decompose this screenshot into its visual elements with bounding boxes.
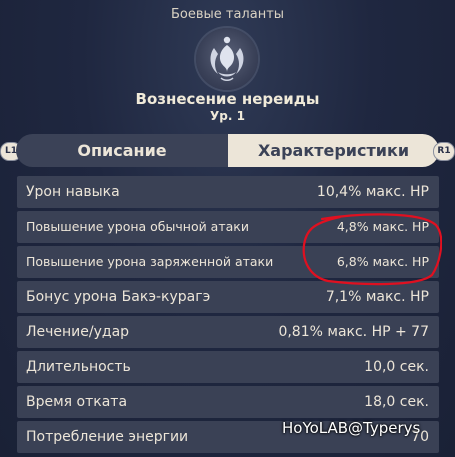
attribute-label: Длительность bbox=[26, 359, 131, 375]
talent-name: Вознесение нереиды bbox=[135, 90, 320, 108]
attribute-value: 10,4% макс. HP bbox=[316, 184, 429, 200]
attribute-label: Потребление энергии bbox=[26, 429, 189, 445]
attribute-row: Время отката 18,0 сек. bbox=[17, 386, 439, 418]
attribute-label: Лечение/удар bbox=[26, 324, 130, 340]
attribute-row: Лечение/удар 0,81% макс. HP + 77 bbox=[17, 316, 439, 348]
attribute-value: 6,8% макс. HP bbox=[336, 254, 429, 269]
attribute-value: 7,1% макс. HP bbox=[325, 289, 429, 305]
tab-attributes[interactable]: Характеристики bbox=[228, 134, 439, 167]
attribute-label: Бонус урона Бакэ-курагэ bbox=[26, 289, 211, 305]
tab-description[interactable]: Описание bbox=[16, 134, 228, 167]
attribute-label: Время отката bbox=[26, 394, 128, 410]
talent-header: Боевые таланты Вознесение нереиды Ур. 1 bbox=[0, 0, 455, 128]
watermark: HoYoLAB@Typerys bbox=[282, 419, 421, 437]
attribute-row: Урон навыка 10,4% макс. HP bbox=[17, 176, 439, 208]
attribute-value: 0,81% макс. HP + 77 bbox=[278, 324, 429, 340]
attributes-list: Урон навыка 10,4% макс. HP Повышение уро… bbox=[17, 176, 439, 456]
tab-bar: Описание Характеристики bbox=[16, 134, 439, 167]
talent-level: Ур. 1 bbox=[210, 109, 245, 123]
attribute-label: Урон навыка bbox=[26, 184, 120, 200]
attribute-row: Повышение урона заряженной атаки 6,8% ма… bbox=[17, 246, 439, 278]
attribute-value: 4,8% макс. HP bbox=[336, 219, 429, 234]
r1-shoulder-button[interactable]: R1 bbox=[433, 142, 455, 161]
category-title: Боевые таланты bbox=[170, 7, 285, 22]
attribute-row: Длительность 10,0 сек. bbox=[17, 351, 439, 383]
nereid-emblem-icon bbox=[196, 28, 258, 90]
attribute-row: Повышение урона обычной атаки 4,8% макс.… bbox=[17, 211, 439, 243]
attribute-value: 10,0 сек. bbox=[364, 359, 429, 375]
attribute-label: Повышение урона заряженной атаки bbox=[26, 254, 274, 269]
attribute-value: 18,0 сек. bbox=[364, 394, 429, 410]
attribute-label: Повышение урона обычной атаки bbox=[26, 219, 249, 234]
attribute-row: Бонус урона Бакэ-курагэ 7,1% макс. HP bbox=[17, 281, 439, 313]
